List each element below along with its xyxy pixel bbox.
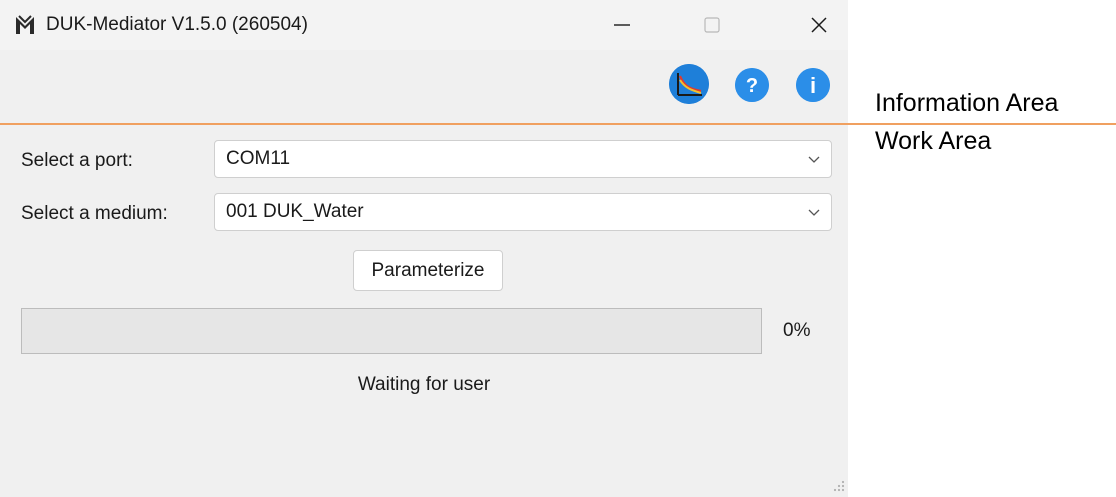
medium-select[interactable]: 001 DUK_Water — [214, 193, 832, 231]
minimize-button[interactable] — [592, 0, 652, 50]
maximize-icon — [704, 17, 720, 33]
app-window: DUK-Mediator V1.5.0 (260504) ? i Select … — [0, 0, 848, 497]
information-area-label: Information Area — [875, 89, 1059, 117]
help-glyph: ? — [746, 75, 758, 97]
medium-label: Select a medium: — [21, 203, 168, 224]
minimize-icon — [614, 24, 630, 26]
area-divider — [0, 123, 1116, 125]
chevron-down-icon — [808, 209, 820, 216]
help-button[interactable]: ? — [735, 68, 769, 102]
resize-grip-icon[interactable] — [830, 479, 846, 495]
medium-select-value: 001 DUK_Water — [226, 201, 364, 222]
progress-bar — [21, 308, 762, 354]
close-icon — [811, 17, 827, 33]
about-button[interactable]: i — [796, 68, 830, 102]
progress-percent: 0% — [783, 320, 811, 341]
help-icon: ? — [735, 68, 769, 102]
title-bar[interactable]: DUK-Mediator V1.5.0 (260504) — [0, 0, 848, 50]
port-select-value: COM11 — [226, 148, 291, 169]
work-area-label: Work Area — [875, 127, 992, 155]
chevron-down-icon — [808, 156, 820, 163]
status-text: Waiting for user — [357, 374, 491, 395]
port-select[interactable]: COM11 — [214, 140, 832, 178]
chart-icon — [669, 64, 709, 104]
app-logo-icon — [15, 15, 35, 35]
maximize-button[interactable] — [682, 0, 742, 50]
info-glyph: i — [810, 73, 816, 98]
information-area: ? i — [0, 50, 848, 123]
info-icon: i — [796, 68, 830, 102]
parameterize-button[interactable]: Parameterize — [353, 250, 503, 291]
close-button[interactable] — [789, 0, 848, 50]
chart-button[interactable] — [669, 64, 709, 104]
window-title: DUK-Mediator V1.5.0 (260504) — [46, 14, 308, 35]
port-label: Select a port: — [21, 150, 133, 171]
